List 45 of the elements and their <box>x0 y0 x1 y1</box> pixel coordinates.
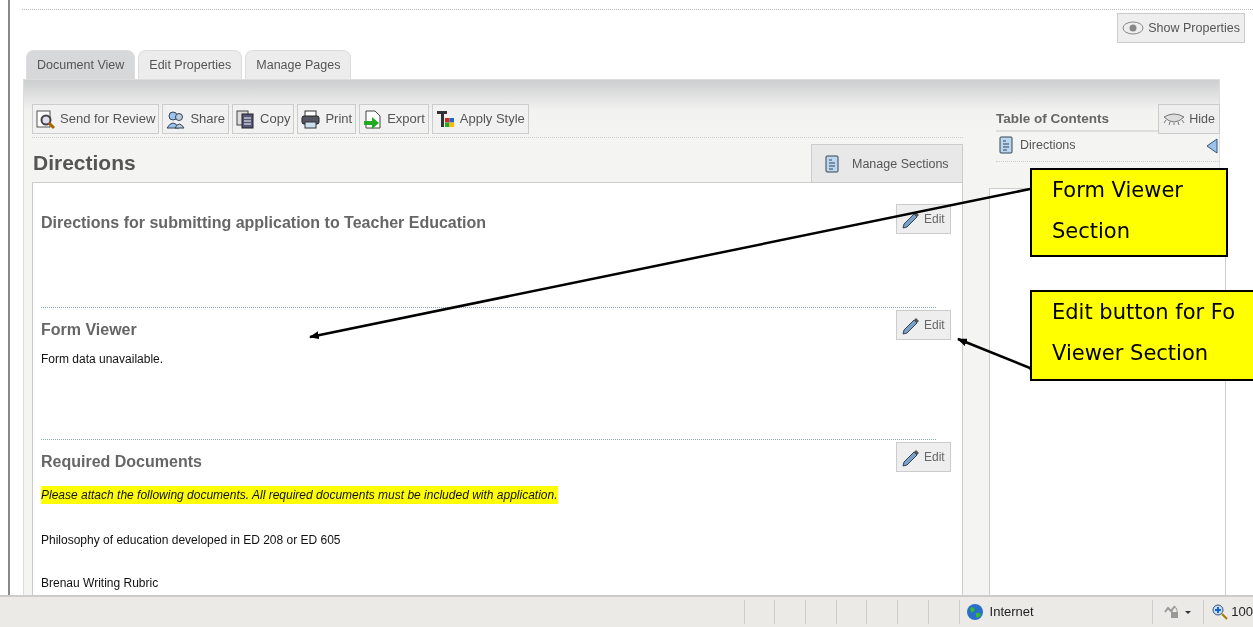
lock-dropdown-icon <box>1163 604 1193 620</box>
edit-button[interactable]: Edit <box>896 204 951 234</box>
eye-icon <box>1122 21 1145 35</box>
page-title: Directions <box>33 150 136 176</box>
hide-button[interactable]: Hide <box>1158 104 1220 134</box>
manage-sections-tab[interactable]: Manage Sections <box>811 144 963 183</box>
triangle-icon <box>1206 137 1218 154</box>
panel-title: Table of Contents <box>996 109 1109 128</box>
pencil-icon <box>901 315 921 335</box>
paragraph: Please attach the following documents. All required documents must be included with application. <box>41 486 558 504</box>
zoom-icon <box>1212 604 1229 620</box>
paragraph: Form data unavailable. <box>41 351 165 368</box>
section-title: Required Documents <box>41 452 202 472</box>
pencil-icon <box>901 447 921 467</box>
export-icon <box>363 109 383 129</box>
callout-box: Edit button for Fo Viewer Section <box>1030 290 1253 381</box>
copy-icon <box>236 109 256 129</box>
magnifier-icon <box>36 109 55 129</box>
document-icon <box>998 136 1014 155</box>
style-icon <box>435 109 455 129</box>
toolbar-button[interactable]: Share <box>162 104 230 134</box>
toc-item[interactable]: Directions <box>1020 136 1200 155</box>
section-title: Directions for submitting application to Teacher Education <box>41 213 487 233</box>
document-icon <box>824 154 840 174</box>
globe-icon <box>965 603 984 621</box>
users-icon <box>166 109 186 129</box>
status-zone: Internet <box>959 600 1153 624</box>
paragraph: Philosophy of education developed in ED 208 or ED 605 <box>41 532 342 549</box>
toolbar-button[interactable]: Export <box>359 104 429 134</box>
toolbar-button[interactable]: Send for Review <box>32 104 160 134</box>
show-properties-button[interactable]: Show Properties <box>1117 13 1245 43</box>
toolbar-button[interactable]: Print <box>297 104 357 134</box>
toolbar-button[interactable]: Copy <box>232 104 295 134</box>
tab[interactable]: Document View <box>26 50 136 80</box>
closed-eye-icon <box>1163 113 1186 125</box>
toolbar-button[interactable]: Apply Style <box>431 104 529 134</box>
section-title: Form Viewer <box>41 320 137 340</box>
callout-box: Form Viewer Section <box>1030 168 1228 257</box>
paragraph: Brenau Writing Rubric <box>41 575 160 592</box>
tab[interactable]: Edit Properties <box>138 50 243 80</box>
tab[interactable]: Manage Pages <box>245 50 352 80</box>
printer-icon <box>301 109 321 129</box>
edit-button[interactable]: Edit <box>896 442 951 472</box>
edit-button[interactable]: Edit <box>896 310 951 340</box>
zoom-level[interactable]: 100 <box>1204 602 1253 622</box>
